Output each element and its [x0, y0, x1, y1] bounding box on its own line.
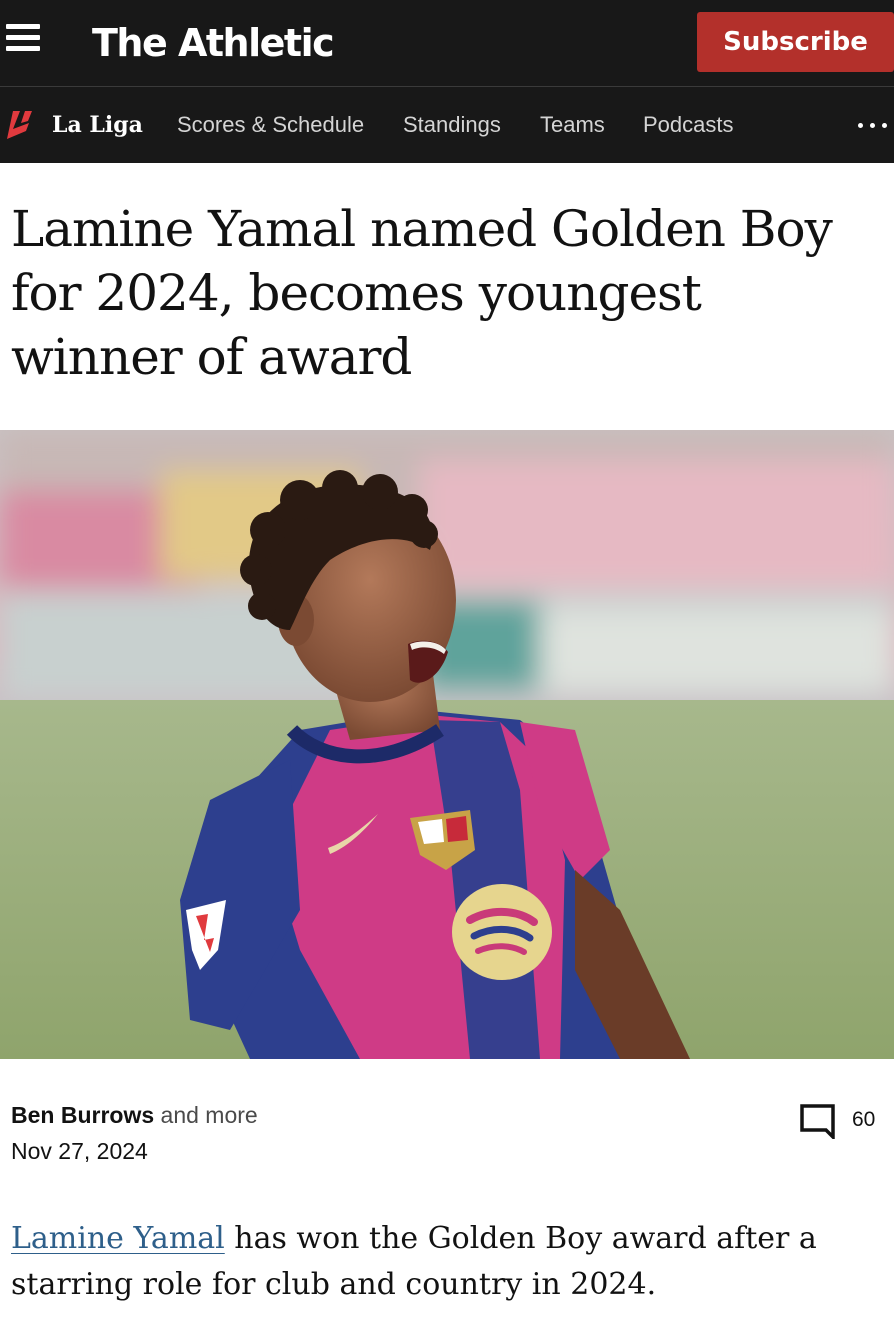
- author-link[interactable]: Ben Burrows: [11, 1102, 154, 1128]
- nav-item-teams[interactable]: Teams: [540, 110, 605, 140]
- comment-icon: [800, 1104, 835, 1139]
- site-logo[interactable]: The Athletic: [92, 18, 335, 68]
- author-suffix: and more: [154, 1102, 258, 1128]
- menu-icon[interactable]: [6, 24, 42, 58]
- article-headline: Lamine Yamal named Golden Boy for 2024, …: [11, 200, 833, 386]
- nav-item-standings[interactable]: Standings: [403, 110, 501, 140]
- article-lead-paragraph: Lamine Yamal has won the Golden Boy awar…: [11, 1216, 881, 1308]
- player-link[interactable]: Lamine Yamal: [11, 1221, 225, 1256]
- nav-item-podcasts[interactable]: Podcasts: [643, 110, 734, 140]
- top-bar: The Athletic Subscribe: [0, 0, 894, 86]
- league-nav: La Liga Scores & Schedule Standings Team…: [0, 86, 894, 163]
- laliga-logo-icon: [7, 111, 32, 139]
- byline: Ben Burrows and more: [11, 1100, 258, 1130]
- nav-item-scores-schedule[interactable]: Scores & Schedule: [177, 110, 364, 140]
- comments-button[interactable]: 60: [800, 1103, 894, 1143]
- hero-image: [0, 430, 894, 1059]
- subscribe-button[interactable]: Subscribe: [697, 12, 894, 72]
- publish-date: Nov 27, 2024: [11, 1138, 148, 1164]
- ellipsis-icon[interactable]: [856, 123, 890, 131]
- comment-count: 60: [852, 1108, 876, 1131]
- nav-league-title[interactable]: La Liga: [52, 110, 143, 140]
